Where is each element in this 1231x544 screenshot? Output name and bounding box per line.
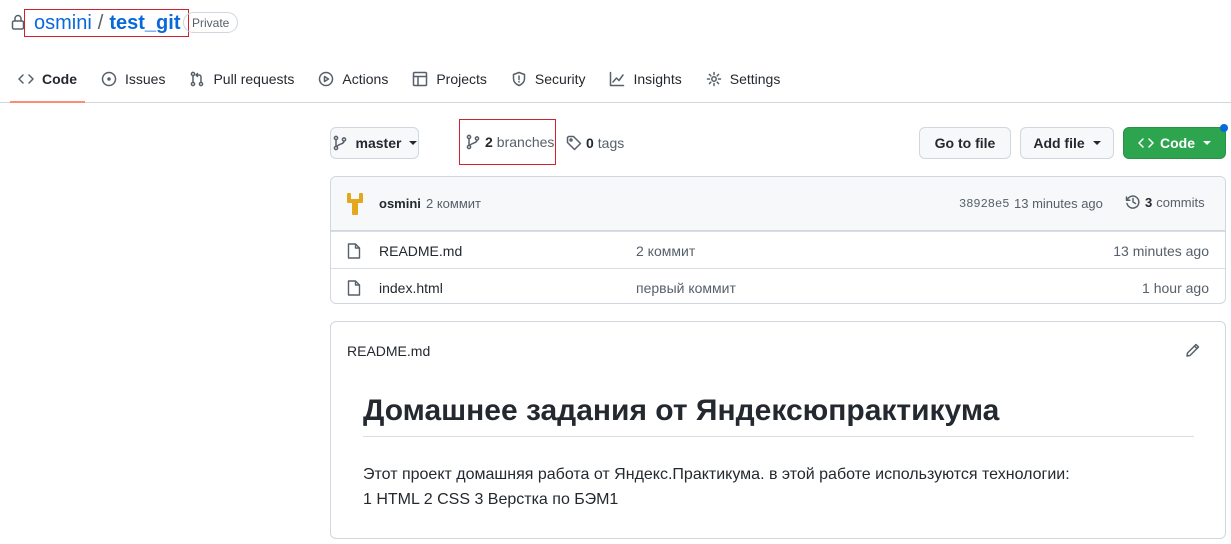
add-file-label: Add file: [1033, 135, 1085, 151]
branches-count: 2: [485, 134, 493, 150]
tags-label: tags: [597, 135, 625, 151]
table-icon: [413, 71, 428, 87]
branch-name: master: [355, 135, 402, 151]
history-icon: [1125, 195, 1140, 209]
commit-time: 13 minutes ago: [1014, 196, 1103, 211]
tab-projects-label: Projects: [436, 71, 487, 87]
readme-line: Этот проект домашняя работа от Яндекс.Пр…: [363, 466, 1070, 483]
issue-icon: [101, 71, 117, 87]
chevron-down-icon: [1092, 141, 1101, 145]
avatar[interactable]: [345, 192, 365, 216]
readme-filename[interactable]: README.md: [347, 343, 430, 359]
commit-message-link[interactable]: 2 коммит: [426, 196, 481, 211]
tab-issues[interactable]: Issues: [93, 62, 173, 96]
code-icon: [18, 74, 34, 84]
file-commit-time: 1 hour ago: [1142, 280, 1209, 296]
add-file-button[interactable]: Add file: [1020, 127, 1114, 159]
readme-paragraph: Этот проект домашняя работа от Яндекс.Пр…: [363, 462, 1193, 512]
file-commit-message-link[interactable]: первый коммит: [636, 280, 736, 296]
readme-panel: README.md Домашнее задания от Яндексюпра…: [330, 321, 1226, 539]
branches-link[interactable]: 2 branches: [459, 119, 556, 165]
commits-history-link[interactable]: 3 commits: [1125, 194, 1205, 210]
branch-select-button[interactable]: master: [330, 127, 419, 159]
file-name-link[interactable]: README.md: [379, 243, 462, 259]
chevron-down-icon: [1203, 141, 1211, 145]
tab-settings-label: Settings: [729, 71, 781, 87]
tab-settings[interactable]: Settings: [698, 62, 789, 96]
file-name-link[interactable]: index.html: [379, 280, 443, 296]
repo-nav-tabs: Code Issues Pull requests Actions Projec…: [10, 62, 796, 103]
tag-icon: [566, 135, 582, 151]
tab-pull-requests[interactable]: Pull requests: [181, 62, 302, 96]
commit-author-link[interactable]: osmini: [379, 196, 421, 211]
repo-header: osmini / test_git Private Code Issues Pu…: [0, 0, 1231, 103]
pull-request-icon: [191, 71, 204, 87]
readme-heading: Домашнее задания от Яндексюпрактикума: [363, 394, 1194, 437]
branches-label: branches: [496, 134, 555, 150]
tags-link[interactable]: 0 tags: [566, 127, 624, 159]
file-commit-time: 13 minutes ago: [1113, 243, 1209, 259]
tab-pull-requests-label: Pull requests: [213, 71, 295, 87]
code-button[interactable]: Code: [1123, 127, 1226, 159]
shield-icon: [512, 71, 526, 87]
play-icon: [319, 71, 334, 87]
repo-path-separator: /: [97, 11, 104, 34]
latest-commit-bar: osmini 2 коммит 38928e5 13 minutes ago 3…: [331, 177, 1225, 231]
file-commit-message-link[interactable]: 2 коммит: [636, 243, 695, 259]
tab-security[interactable]: Security: [503, 62, 594, 96]
tab-code-label: Code: [42, 71, 77, 87]
tab-actions-label: Actions: [342, 71, 389, 87]
file-row: README.md 2 коммит 13 minutes ago: [331, 231, 1225, 268]
tab-security-label: Security: [534, 71, 586, 87]
visibility-badge: Private: [183, 12, 239, 33]
code-button-label: Code: [1160, 135, 1195, 151]
tags-count: 0: [586, 135, 594, 151]
commits-count: 3: [1145, 194, 1153, 210]
pencil-icon[interactable]: [1185, 342, 1201, 358]
chevron-down-icon: [409, 141, 418, 145]
file-row: index.html первый коммит 1 hour ago: [331, 268, 1225, 303]
file-icon: [347, 280, 361, 296]
branch-icon: [466, 134, 480, 150]
commit-sha-link[interactable]: 38928e5: [959, 197, 1009, 211]
tab-insights[interactable]: Insights: [601, 62, 689, 96]
branch-icon: [333, 135, 346, 151]
tab-code[interactable]: Code: [10, 62, 85, 103]
tab-issues-label: Issues: [125, 71, 166, 87]
gear-icon: [706, 71, 721, 87]
tab-projects[interactable]: Projects: [404, 62, 495, 96]
repo-name-link[interactable]: test_git: [109, 12, 180, 35]
tab-insights-label: Insights: [633, 71, 682, 87]
code-icon: [1138, 138, 1154, 148]
graph-icon: [610, 71, 625, 87]
file-list: osmini 2 коммит 38928e5 13 minutes ago 3…: [330, 176, 1226, 304]
repo-owner-link[interactable]: osmini: [34, 12, 92, 35]
tab-actions[interactable]: Actions: [310, 62, 396, 96]
lock-icon: [11, 14, 25, 30]
repo-title: osmini / test_git: [24, 9, 190, 37]
commits-label: commits: [1156, 194, 1205, 210]
readme-line: 1 HTML 2 CSS 3 Верстка по БЭМ1: [363, 491, 619, 508]
go-to-file-button[interactable]: Go to file: [919, 127, 1011, 159]
file-icon: [347, 243, 361, 259]
notification-dot: [1220, 124, 1228, 132]
